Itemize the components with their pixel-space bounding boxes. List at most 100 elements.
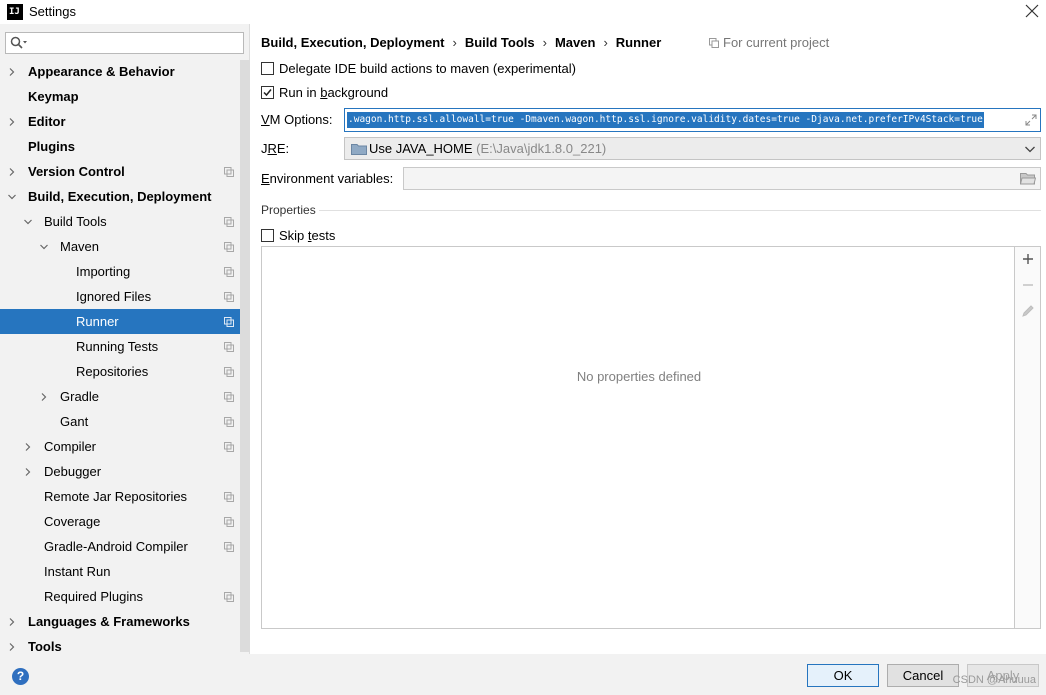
- sidebar-item-compiler[interactable]: Compiler: [0, 434, 250, 459]
- vm-options-input[interactable]: .wagon.http.ssl.allowall=true -Dmaven.wa…: [344, 108, 1041, 132]
- sidebar-item-build-execution-deployment[interactable]: Build, Execution, Deployment: [0, 184, 250, 209]
- sidebar-item-debugger[interactable]: Debugger: [0, 459, 250, 484]
- vm-options-mnemonic: V: [261, 112, 270, 127]
- env-label-mnemonic: E: [261, 171, 270, 186]
- chevron-down-icon[interactable]: [22, 209, 34, 234]
- edit-property-button[interactable]: [1020, 303, 1036, 319]
- for-current-project-hint: For current project: [709, 35, 829, 50]
- jre-value: Use JAVA_HOME: [369, 141, 473, 156]
- sidebar-item-coverage[interactable]: Coverage: [0, 509, 250, 534]
- settings-search-box[interactable]: [5, 32, 244, 54]
- chevron-right-icon[interactable]: [6, 609, 18, 634]
- sidebar-item-maven[interactable]: Maven: [0, 234, 250, 259]
- sidebar-item-label: Importing: [76, 264, 131, 279]
- sidebar-item-label: Build, Execution, Deployment: [28, 189, 212, 204]
- sidebar-item-version-control[interactable]: Version Control: [0, 159, 250, 184]
- sidebar-item-runner[interactable]: Runner: [0, 309, 250, 334]
- environment-variables-label: Environment variables:: [261, 171, 393, 186]
- project-level-icon: [224, 542, 234, 552]
- sidebar-item-label: Build Tools: [44, 214, 107, 229]
- jre-path: (E:\Java\jdk1.8.0_221): [476, 141, 607, 156]
- ok-button[interactable]: OK: [807, 664, 879, 687]
- add-property-button[interactable]: [1020, 251, 1036, 267]
- properties-table[interactable]: No properties defined: [261, 246, 1015, 629]
- jre-label-post: E:: [276, 141, 290, 156]
- vm-options-value: .wagon.http.ssl.allowall=true -Dmaven.wa…: [347, 112, 984, 128]
- sidebar-item-keymap[interactable]: Keymap: [0, 84, 250, 109]
- chevron-right-icon[interactable]: [6, 59, 18, 84]
- project-level-icon: [224, 367, 234, 377]
- browse-folder-icon[interactable]: [1020, 172, 1036, 185]
- project-level-icon: [224, 392, 234, 402]
- settings-sidebar: Appearance & Behavior Keymap Editor Plugins…: [0, 24, 250, 654]
- project-level-icon: [224, 167, 234, 177]
- delegate-checkbox-box[interactable]: [261, 62, 274, 75]
- sidebar-item-gant[interactable]: Gant: [0, 409, 250, 434]
- background-label-post: ackground: [327, 85, 389, 100]
- expand-icon[interactable]: [1025, 114, 1037, 126]
- checkmark-icon: [263, 89, 272, 97]
- chevron-right-icon[interactable]: [38, 384, 50, 409]
- sidebar-item-plugins[interactable]: Plugins: [0, 134, 250, 159]
- sidebar-scrollbar[interactable]: [240, 60, 250, 652]
- chevron-right-icon[interactable]: [22, 459, 34, 484]
- jre-label: JRE:: [261, 141, 289, 156]
- sidebar-item-label: Keymap: [28, 89, 79, 104]
- sidebar-item-running-tests[interactable]: Running Tests: [0, 334, 250, 359]
- vm-options-label: VM Options:: [261, 112, 333, 127]
- cancel-button[interactable]: Cancel: [887, 664, 959, 687]
- sidebar-item-label: Languages & Frameworks: [28, 614, 190, 629]
- chevron-right-icon[interactable]: [6, 109, 18, 134]
- dialog-footer: ? OK Cancel Apply CSDN @Ahuuua: [0, 654, 1046, 695]
- sidebar-item-remote-jar-repositories[interactable]: Remote Jar Repositories: [0, 484, 250, 509]
- project-level-icon: [224, 592, 234, 602]
- help-button[interactable]: ?: [12, 668, 29, 685]
- delegate-build-checkbox[interactable]: Delegate IDE build actions to maven (exp…: [261, 60, 576, 78]
- project-level-icon: [224, 267, 234, 277]
- sidebar-item-build-tools[interactable]: Build Tools: [0, 209, 250, 234]
- sidebar-item-label: Repositories: [76, 364, 149, 379]
- sidebar-item-label: Appearance & Behavior: [28, 64, 175, 79]
- sidebar-item-label: Gant: [60, 414, 89, 429]
- sidebar-item-label: Gradle-Android Compiler: [44, 539, 188, 554]
- vm-options-label-rest: M Options:: [269, 112, 333, 127]
- skip-tests-label-pre: Skip: [279, 228, 308, 243]
- properties-section-title: Properties: [261, 203, 316, 217]
- skip-tests-checkbox-box[interactable]: [261, 229, 274, 242]
- close-window-button[interactable]: [1022, 0, 1042, 22]
- sidebar-item-editor[interactable]: Editor: [0, 109, 250, 134]
- sidebar-item-label: Required Plugins: [44, 589, 144, 604]
- background-checkbox-box[interactable]: [261, 86, 274, 99]
- environment-variables-input[interactable]: [403, 167, 1041, 190]
- sidebar-item-repositories[interactable]: Repositories: [0, 359, 250, 384]
- breadcrumb-item: Maven: [554, 35, 596, 50]
- skip-tests-checkbox[interactable]: Skip tests: [261, 227, 335, 245]
- sidebar-item-appearance-behavior[interactable]: Appearance & Behavior: [0, 59, 250, 84]
- chevron-right-icon[interactable]: [22, 434, 34, 459]
- sidebar-item-gradle[interactable]: Gradle: [0, 384, 250, 409]
- sidebar-item-label: Editor: [28, 114, 66, 129]
- sidebar-item-importing[interactable]: Importing: [0, 259, 250, 284]
- settings-search-input[interactable]: [30, 34, 240, 52]
- sidebar-item-gradle-android-compiler[interactable]: Gradle-Android Compiler: [0, 534, 250, 559]
- sidebar-item-ignored-files[interactable]: Ignored Files: [0, 284, 250, 309]
- chevron-down-icon[interactable]: [6, 184, 18, 209]
- sidebar-item-languages-frameworks[interactable]: Languages & Frameworks: [0, 609, 250, 634]
- chevron-down-icon[interactable]: [38, 234, 50, 259]
- env-label-rest: nvironment variables:: [269, 171, 394, 186]
- chevron-down-icon: [1025, 146, 1035, 153]
- breadcrumb-item: Build, Execution, Deployment: [261, 35, 445, 50]
- sidebar-item-label: Gradle: [60, 389, 100, 404]
- project-level-icon: [224, 342, 234, 352]
- jre-select[interactable]: Use JAVA_HOME (E:\Java\jdk1.8.0_221): [344, 137, 1041, 160]
- section-divider: [319, 210, 1041, 211]
- sidebar-item-label: Ignored Files: [76, 289, 152, 304]
- sidebar-item-required-plugins[interactable]: Required Plugins: [0, 584, 250, 609]
- project-level-icon: [224, 517, 234, 527]
- remove-property-button[interactable]: [1020, 277, 1036, 293]
- sidebar-item-label: Maven: [60, 239, 100, 254]
- sidebar-item-label: Compiler: [44, 439, 97, 454]
- chevron-right-icon[interactable]: [6, 159, 18, 184]
- run-in-background-checkbox[interactable]: Run in background: [261, 84, 388, 102]
- sidebar-item-instant-run[interactable]: Instant Run: [0, 559, 250, 584]
